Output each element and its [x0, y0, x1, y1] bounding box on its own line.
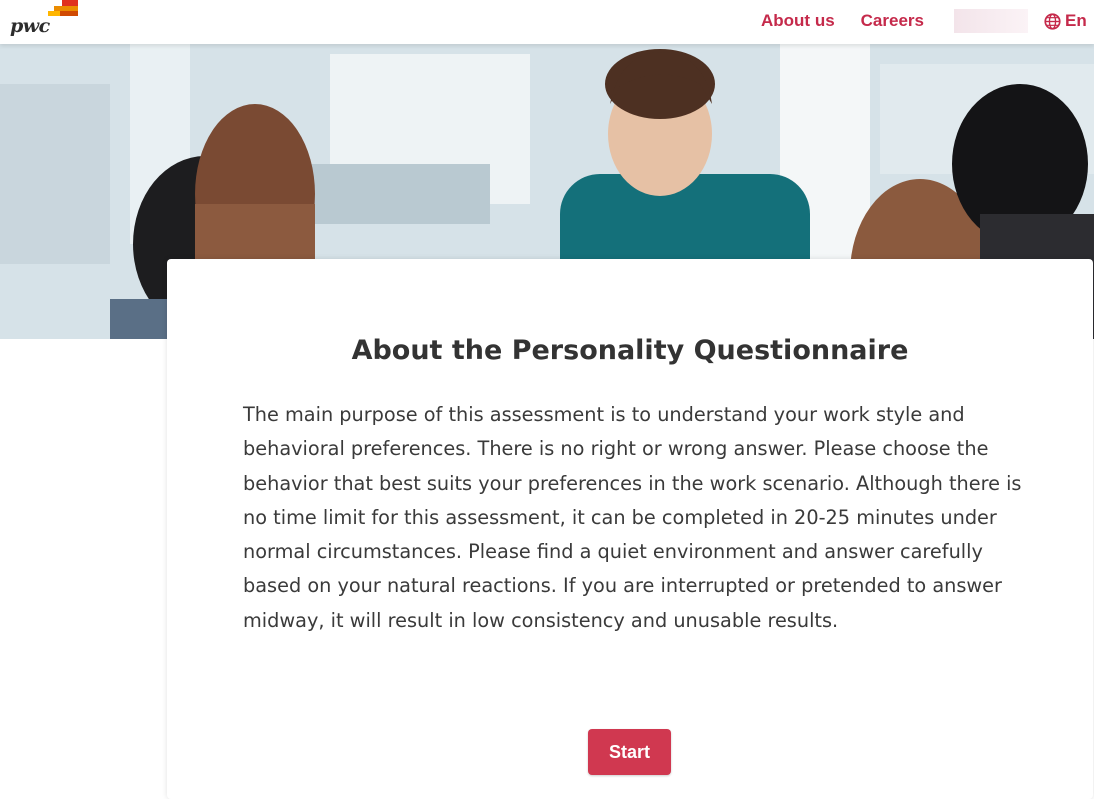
header-nav: About us Careers En [761, 9, 1087, 33]
logo-wordmark: pwc [10, 15, 50, 37]
top-navigation-bar: pwc About us Careers En [0, 0, 1094, 44]
globe-icon [1044, 12, 1061, 30]
logo-mark-icon [48, 0, 78, 16]
language-label: En [1064, 11, 1087, 30]
language-selector[interactable]: En [1044, 11, 1087, 31]
user-account-redacted[interactable] [953, 9, 1028, 33]
start-button[interactable]: Start [588, 729, 671, 775]
nav-link-careers[interactable]: Careers [861, 11, 924, 31]
nav-link-about[interactable]: About us [761, 11, 835, 31]
intro-description: The main purpose of this assessment is t… [243, 403, 1022, 632]
questionnaire-intro-card: About the Personality Questionnaire The … [167, 259, 1093, 799]
page-title: About the Personality Questionnaire [351, 335, 909, 366]
pwc-logo[interactable]: pwc [10, 0, 78, 40]
